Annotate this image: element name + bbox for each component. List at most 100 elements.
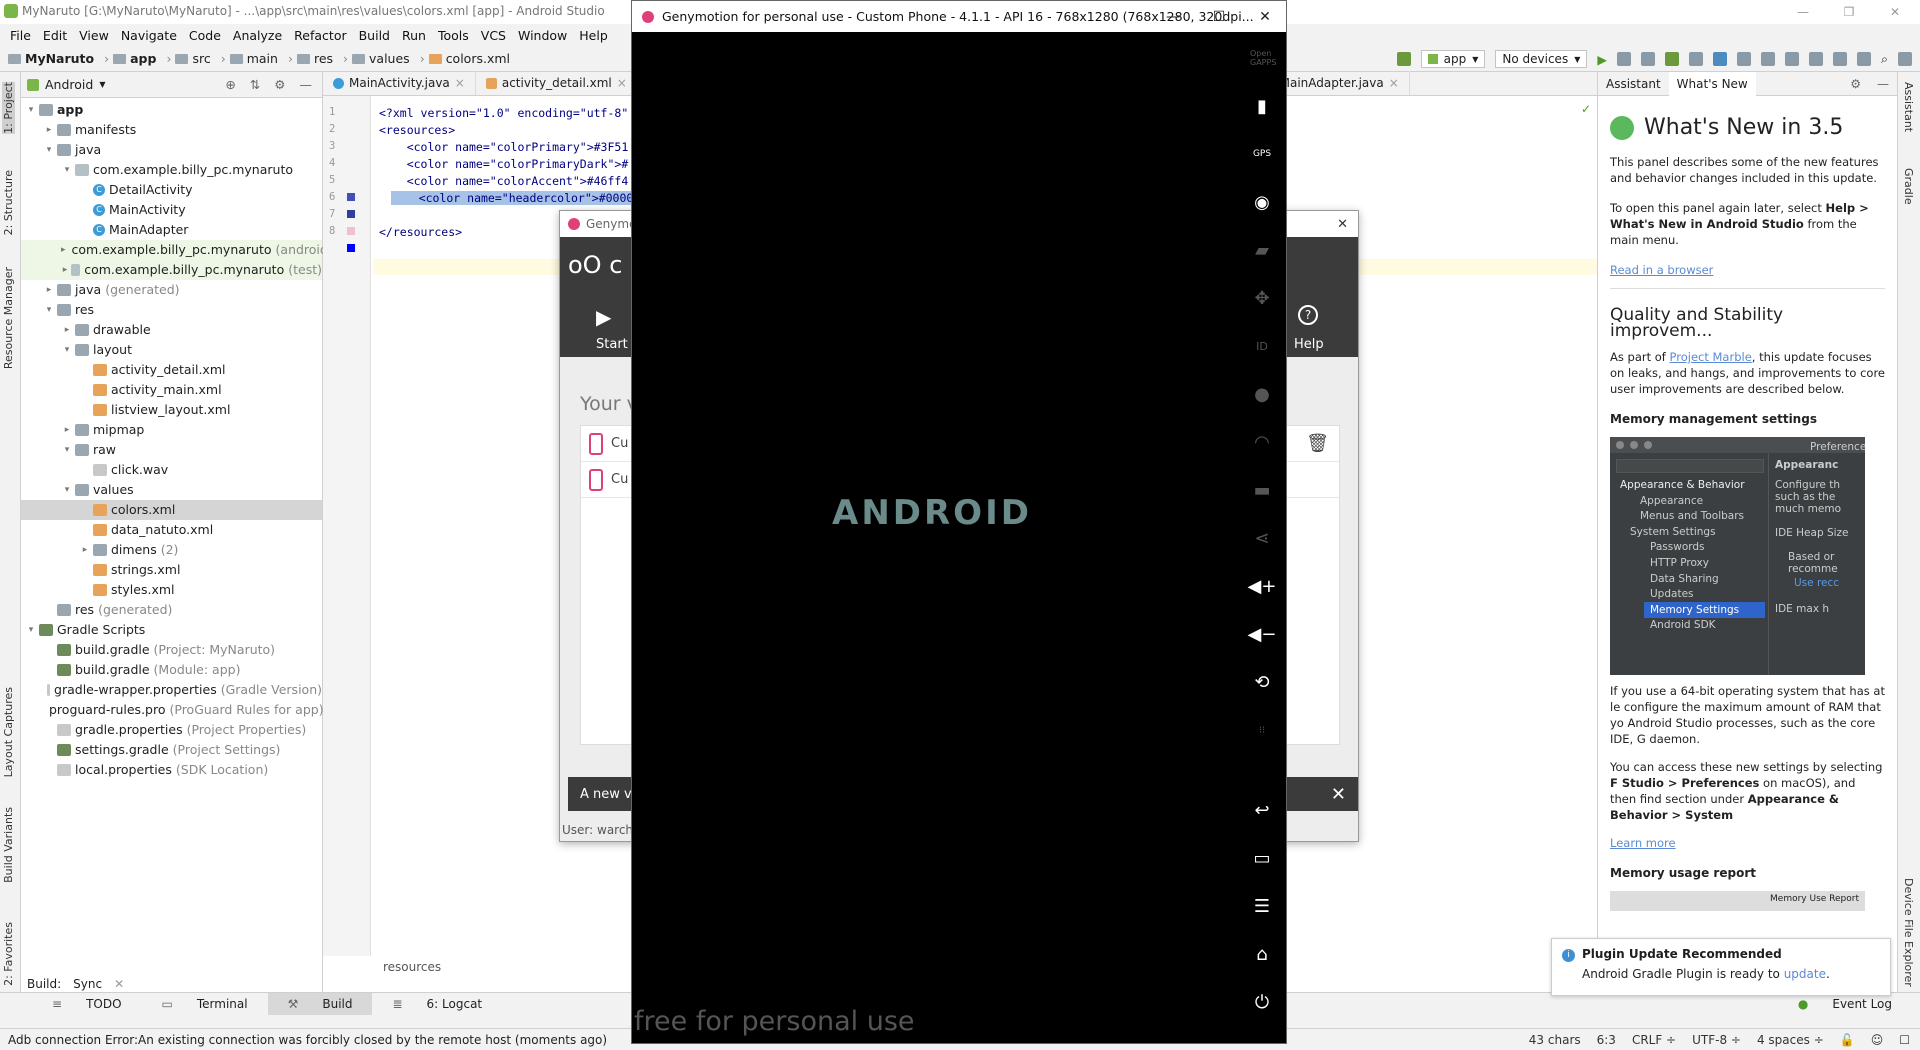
tab-whats-new[interactable]: What's New	[1668, 71, 1756, 96]
code-line[interactable]: <color name="headercolor">#0000f	[391, 191, 641, 205]
network-icon[interactable]: ◠	[1250, 430, 1274, 454]
menu-item[interactable]: File	[4, 28, 37, 43]
close-icon[interactable]: ×	[617, 76, 627, 90]
rotate-icon[interactable]: ⟲	[1250, 670, 1274, 694]
expand-arrow-icon[interactable]: ▸	[43, 280, 55, 300]
tab-layout-captures[interactable]: Layout Captures	[2, 687, 15, 777]
expand-arrow-icon[interactable]: ▸	[61, 420, 73, 440]
tree-node[interactable]: ▾ raw	[21, 440, 322, 460]
color-swatch[interactable]	[347, 210, 355, 218]
file-encoding[interactable]: UTF-8 ÷	[1692, 1033, 1741, 1047]
tree-node[interactable]: gradle.properties (Project Properties)	[21, 720, 322, 740]
tree-node[interactable]: ▾ app	[21, 100, 322, 120]
status-message[interactable]: Adb connection Error:An existing connect…	[8, 1033, 607, 1047]
expand-arrow-icon[interactable]: ▸	[61, 240, 66, 260]
tab-favorites[interactable]: 2: Favorites	[2, 922, 15, 986]
expand-arrow-icon[interactable]: ▸	[61, 320, 73, 340]
close-icon[interactable]: ✕	[1337, 217, 1348, 232]
minimize-icon[interactable]: —	[1150, 1, 1196, 32]
breadcrumb-item[interactable]: values	[352, 51, 410, 66]
collapse-icon[interactable]: ⇅	[250, 77, 260, 92]
expand-arrow-icon[interactable]: ▾	[25, 620, 37, 640]
code-line[interactable]: <resources>	[379, 123, 455, 137]
tab-device-file-explorer[interactable]: Device File Explorer	[1902, 878, 1915, 987]
hide-icon[interactable]: —	[300, 77, 313, 92]
project-marble-link[interactable]: Project Marble	[1670, 350, 1752, 364]
menu-item[interactable]: View	[73, 28, 115, 43]
lock-icon[interactable]: 🔓	[1840, 1033, 1855, 1047]
close-icon[interactable]: ✕	[1331, 784, 1346, 805]
expand-arrow-icon[interactable]: ▾	[61, 160, 73, 180]
tab-gradle[interactable]: Gradle	[1902, 168, 1915, 205]
tree-node[interactable]: colors.xml	[21, 500, 322, 520]
pixel-perfect-icon[interactable]: ⁝⁝	[1250, 718, 1274, 742]
expand-arrow-icon[interactable]: ▾	[61, 340, 73, 360]
tree-node[interactable]: C MainAdapter	[21, 220, 322, 240]
start-button[interactable]: Start	[596, 337, 628, 352]
back-icon[interactable]: ↩	[1250, 798, 1274, 822]
inspection-ok-icon[interactable]: ✓	[1581, 102, 1591, 116]
chevron-down-icon[interactable]: ▼	[99, 80, 105, 89]
caret-position[interactable]: 6:3	[1597, 1033, 1616, 1047]
tree-node[interactable]: ▾ java	[21, 140, 322, 160]
attach-debugger-icon[interactable]	[1712, 52, 1727, 66]
expand-arrow-icon[interactable]: ▸	[61, 260, 69, 280]
tree-node[interactable]: res (generated)	[21, 600, 322, 620]
notification-icon[interactable]: ☐	[1899, 1033, 1910, 1047]
expand-arrow-icon[interactable]: ▸	[79, 540, 91, 560]
profile-icon[interactable]	[1688, 52, 1703, 66]
layout-inspector-icon[interactable]	[1856, 52, 1871, 66]
expand-arrow-icon[interactable]: ▾	[43, 300, 55, 320]
sms-icon[interactable]: ▬	[1250, 478, 1274, 502]
tree-node[interactable]: ▾ res	[21, 300, 322, 320]
menu-item[interactable]: Code	[183, 28, 227, 43]
learn-more-link[interactable]: Learn more	[1610, 836, 1676, 850]
code-line[interactable]: <color name="colorPrimary">#3F51	[379, 140, 629, 154]
help-icon[interactable]: ?	[1298, 305, 1318, 325]
tab-build-variants[interactable]: Build Variants	[2, 807, 15, 883]
breadcrumb-item[interactable]: colors.xml	[428, 51, 510, 66]
maximize-icon[interactable]: ☐	[1196, 1, 1242, 32]
tree-node[interactable]: gradle-wrapper.properties (Gradle Version…	[21, 680, 322, 700]
tree-node[interactable]: activity_detail.xml	[21, 360, 322, 380]
tree-node[interactable]: build.gradle (Module: app)	[21, 660, 322, 680]
editor-breadcrumb[interactable]: resources	[383, 960, 441, 974]
expand-arrow-icon[interactable]: ▾	[25, 100, 37, 120]
code-line[interactable]: </resources>	[379, 225, 462, 239]
tree-node[interactable]: local.properties (SDK Location)	[21, 760, 322, 780]
close-icon[interactable]: ✕	[114, 977, 124, 991]
tree-node[interactable]: ▸ dimens (2)	[21, 540, 322, 560]
expand-arrow-icon[interactable]: ▾	[61, 480, 73, 500]
sdk-manager-icon[interactable]	[1808, 52, 1823, 66]
tree-node[interactable]: C DetailActivity	[21, 180, 322, 200]
stop-icon[interactable]	[1736, 52, 1751, 66]
tab-structure[interactable]: 2: Structure	[2, 170, 15, 235]
close-icon[interactable]: ✕	[1242, 1, 1288, 32]
volume-down-icon[interactable]: ◀−	[1248, 622, 1277, 646]
apply-changes-icon[interactable]	[1616, 52, 1631, 66]
close-icon[interactable]: ×	[455, 76, 465, 90]
minimize-icon[interactable]: —	[1780, 0, 1826, 24]
tree-node[interactable]: ▾ Gradle Scripts	[21, 620, 322, 640]
power-icon[interactable]: ⏻	[1250, 990, 1274, 1014]
expand-arrow-icon[interactable]: ▾	[61, 440, 73, 460]
tab-terminal[interactable]: ▭ Terminal	[142, 997, 268, 1011]
tab-resource-manager[interactable]: Resource Manager	[2, 267, 15, 369]
menu-item[interactable]: VCS	[475, 28, 512, 43]
tree-node[interactable]: ▸ java (generated)	[21, 280, 322, 300]
color-swatch[interactable]	[347, 193, 355, 201]
sync-tab[interactable]: Sync	[73, 977, 102, 991]
breadcrumb-item[interactable]: app	[113, 51, 156, 66]
tree-node[interactable]: ▾ layout	[21, 340, 322, 360]
tree-node[interactable]: ▸ mipmap	[21, 420, 322, 440]
share-icon[interactable]: ⋖	[1250, 526, 1274, 550]
gps-icon[interactable]: GPS	[1250, 142, 1274, 166]
menu-item[interactable]: Refactor	[288, 28, 352, 43]
menu-item[interactable]: Edit	[37, 28, 73, 43]
menu-item[interactable]: Help	[573, 28, 614, 43]
play-icon[interactable]: ▶	[596, 305, 611, 329]
disk-io-icon[interactable]: ●	[1250, 382, 1274, 406]
capture-icon[interactable]: ▰	[1250, 238, 1274, 262]
tree-node[interactable]: data_natuto.xml	[21, 520, 322, 540]
tab-assistant[interactable]: Assistant	[1598, 77, 1669, 91]
